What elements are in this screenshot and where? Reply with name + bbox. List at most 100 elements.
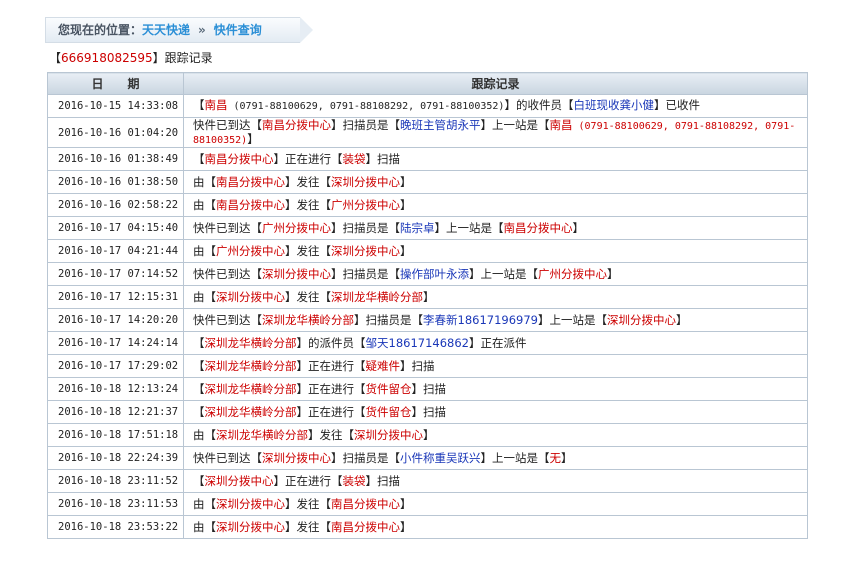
row-date: 2016-10-18 12:13:24 — [47, 377, 184, 401]
record-text: 】 — [400, 197, 412, 212]
record-text: 】 — [423, 427, 435, 442]
record-text: 】发往【 — [308, 427, 354, 442]
breadcrumb-link-query[interactable]: 快件查询 — [214, 23, 262, 37]
record-text: 快件已到达【 — [193, 117, 262, 132]
row-record: 【南昌 (0791-88100629, 0791-88108292, 0791-… — [183, 94, 808, 118]
row-record: 由【广州分拨中心】发往【深圳分拨中心】 — [183, 239, 808, 263]
location-text: 深圳分拨中心 — [262, 450, 331, 465]
record-text: 由【 — [193, 496, 216, 511]
record-text: 【 — [193, 404, 205, 419]
table-row: 2016-10-16 01:38:50 由【南昌分拨中心】发往【深圳分拨中心】 — [47, 170, 808, 194]
record-text: 】扫描员是【 — [354, 312, 423, 327]
record-text: 快件已到达【 — [193, 450, 262, 465]
record-text: 】扫描 — [365, 473, 401, 488]
location-text: 广州分拨中心 — [216, 243, 285, 258]
record-text: 】的收件员【 — [504, 98, 574, 112]
location-text: 深圳龙华横岭分部 — [216, 427, 308, 442]
table-row: 2016-10-17 14:24:14 【深圳龙华横岭分部】的派件员【邹天1861… — [47, 331, 808, 355]
record-text: 】上一站是【 — [537, 312, 607, 327]
record-text: 【 — [193, 473, 205, 488]
table-row: 2016-10-17 17:29:02 【深圳龙华横岭分部】正在进行【疑难件】扫描 — [47, 354, 808, 378]
location-text: 货件留仓 — [365, 404, 412, 419]
record-text: 】正在派件 — [468, 335, 527, 350]
record-text: 】上一站是【 — [480, 450, 550, 465]
row-record: 由【深圳分拨中心】发往【南昌分拨中心】 — [183, 515, 808, 539]
record-text: 】 — [561, 450, 573, 465]
staff-name: 小件称重吴跃兴 — [400, 450, 481, 465]
record-text: 由【 — [193, 427, 216, 442]
table-row: 2016-10-16 01:38:49 【南昌分拨中心】正在进行【装袋】扫描 — [47, 147, 808, 171]
record-text: 】扫描员是【 — [331, 220, 400, 235]
location-text: 深圳龙华横岭分部 — [204, 404, 297, 419]
location-text: 南昌分拨中心 — [216, 197, 285, 212]
table-row: 2016-10-18 22:24:39 快件已到达【深圳分拨中心】扫描员是【小件称… — [47, 446, 808, 470]
row-date: 2016-10-17 04:15:40 — [47, 216, 184, 240]
row-record: 【深圳龙华横岭分部】正在进行【货件留仓】扫描 — [183, 400, 808, 424]
record-text: 】正在进行【 — [273, 473, 343, 488]
row-date: 2016-10-18 23:11:53 — [47, 492, 184, 516]
row-date: 2016-10-18 23:11:52 — [47, 469, 184, 493]
staff-name: 白班现收龚小健 — [573, 98, 654, 112]
row-record: 由【南昌分拨中心】发往【深圳分拨中心】 — [183, 170, 808, 194]
record-text: 由【 — [193, 519, 216, 534]
row-record: 【深圳分拨中心】正在进行【装袋】扫描 — [183, 469, 808, 493]
location-text: 深圳分拨中心 — [606, 312, 676, 327]
record-text: 】发往【 — [285, 197, 331, 212]
row-date: 2016-10-17 07:14:52 — [47, 262, 184, 286]
location-text: 无 — [549, 450, 562, 465]
location-text: 南昌 — [204, 98, 228, 112]
location-text: 深圳分拨中心 — [331, 243, 400, 258]
record-text: 】上一站是【 — [469, 266, 538, 281]
location-text: 深圳龙华横岭分部 — [204, 358, 297, 373]
table-row: 2016-10-16 02:58:22 由【南昌分拨中心】发往【广州分拨中心】 — [47, 193, 808, 217]
row-date: 2016-10-18 23:53:22 — [47, 515, 184, 539]
location-text: 深圳龙华横岭分部 — [262, 312, 354, 327]
tracking-table: 日 期 跟踪记录 2016-10-15 14:33:08 【南昌 (0791-88… — [47, 72, 808, 539]
record-text: 】 — [400, 174, 412, 189]
record-text: 由【 — [193, 289, 216, 304]
row-record: 由【深圳龙华横岭分部】发往【深圳分拨中心】 — [183, 423, 808, 447]
staff-name: 晚班主管胡永平 — [400, 117, 481, 132]
row-date: 2016-10-16 01:38:49 — [47, 147, 184, 171]
record-text: 快件已到达【 — [193, 220, 262, 235]
location-text: 广州分拨中心 — [262, 220, 331, 235]
location-text: 深圳分拨中心 — [331, 174, 400, 189]
location-text: 装袋 — [342, 151, 366, 166]
location-text: 深圳分拨中心 — [354, 427, 423, 442]
row-date: 2016-10-17 14:24:14 — [47, 331, 184, 355]
tracking-title: 【666918082595】跟踪记录 — [49, 51, 213, 65]
location-text: 南昌 — [549, 117, 573, 132]
column-header-record: 跟踪记录 — [183, 72, 808, 95]
record-text: 】扫描员是【 — [331, 117, 400, 132]
location-text: 深圳龙华横岭分部 — [204, 335, 297, 350]
table-row: 2016-10-17 12:15:31 由【深圳分拨中心】发往【深圳龙华横岭分部】 — [47, 285, 808, 309]
row-date: 2016-10-18 12:21:37 — [47, 400, 184, 424]
record-text: 】 — [572, 220, 585, 235]
row-record: 【南昌分拨中心】正在进行【装袋】扫描 — [183, 147, 808, 171]
row-record: 【深圳龙华横岭分部】的派件员【邹天18617146862】正在派件 — [183, 331, 808, 355]
table-row: 2016-10-17 04:21:44 由【广州分拨中心】发往【深圳分拨中心】 — [47, 239, 808, 263]
record-text: 快件已到达【 — [193, 266, 262, 281]
table-row: 2016-10-18 12:13:24 【深圳龙华横岭分部】正在进行【货件留仓】扫… — [47, 377, 808, 401]
staff-name: 邹天18617146862 — [365, 335, 469, 350]
row-record: 快件已到达【深圳分拨中心】扫描员是【小件称重吴跃兴】上一站是【无】 — [183, 446, 808, 470]
location-text: 南昌分拨中心 — [503, 220, 573, 235]
row-record: 快件已到达【广州分拨中心】扫描员是【陆宗卓】上一站是【南昌分拨中心】 — [183, 216, 808, 240]
column-header-date: 日 期 — [47, 72, 184, 95]
table-row: 2016-10-15 14:33:08 【南昌 (0791-88100629, 0… — [47, 94, 808, 118]
breadcrumb-label: 您现在的位置： — [58, 23, 143, 37]
breadcrumb-link-home[interactable]: 天天快递 — [142, 23, 190, 37]
record-text: 】发往【 — [285, 174, 331, 189]
location-text: 疑难件 — [365, 358, 401, 373]
table-row: 2016-10-17 04:15:40 快件已到达【广州分拨中心】扫描员是【陆宗卓… — [47, 216, 808, 240]
location-text: 深圳分拨中心 — [216, 496, 285, 511]
location-text: 南昌分拨中心 — [216, 174, 285, 189]
record-text: 】的派件员【 — [296, 335, 366, 350]
record-text: 】 — [675, 312, 688, 327]
record-text: 】扫描员是【 — [331, 450, 400, 465]
row-record: 【深圳龙华横岭分部】正在进行【疑难件】扫描 — [183, 354, 808, 378]
row-record: 由【南昌分拨中心】发往【广州分拨中心】 — [183, 193, 808, 217]
record-text: 】扫描 — [411, 404, 447, 419]
row-date: 2016-10-17 12:15:31 — [47, 285, 184, 309]
breadcrumb: 您现在的位置：天天快递 » 快件查询 — [45, 17, 313, 43]
